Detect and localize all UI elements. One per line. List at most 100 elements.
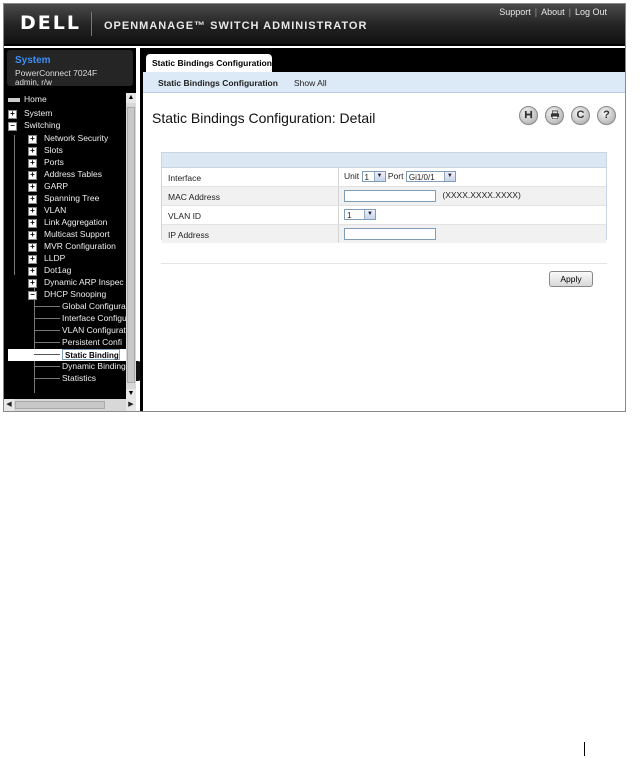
subnav-static-bindings[interactable]: Static Bindings Configuration — [158, 78, 278, 88]
tab-static-bindings[interactable]: Static Bindings Configuration — [146, 54, 272, 72]
save-icon[interactable] — [519, 106, 538, 125]
tree-item-static-bindings[interactable]: Static Binding — [62, 349, 120, 361]
tree-item-dot1ag[interactable]: Dot1ag — [44, 264, 71, 276]
expand-icon[interactable]: + — [28, 171, 37, 180]
sub-navigation: Static Bindings Configuration Show All — [143, 72, 625, 93]
help-icon[interactable]: ? — [597, 106, 616, 125]
tree-line — [14, 135, 15, 275]
unit-select[interactable]: 1 ▼ — [361, 171, 386, 183]
main-content: Static Bindings Configuration Static Bin… — [140, 48, 625, 411]
home-icon — [8, 97, 20, 102]
apply-button[interactable]: Apply — [549, 271, 593, 287]
collapse-icon[interactable]: − — [8, 122, 17, 131]
vlan-row: VLAN ID 1 ▼ — [162, 206, 606, 225]
tree-item-dhcp-snooping[interactable]: DHCP Snooping — [44, 288, 106, 300]
tree-item-network-security[interactable]: Network Security — [44, 132, 108, 144]
mac-address-input[interactable] — [344, 190, 436, 202]
tree-item-system[interactable]: System — [24, 107, 52, 119]
page-margin-mark — [584, 742, 585, 756]
tree-item-vlan-configuration[interactable]: VLAN Configurati — [62, 324, 126, 336]
expand-icon[interactable]: + — [28, 147, 37, 156]
tree-item-switching[interactable]: Switching — [24, 119, 60, 131]
mac-format-hint: (XXXX.XXXX.XXXX) — [442, 190, 521, 201]
logout-link[interactable]: Log Out — [575, 7, 607, 17]
tree-item-link-aggregation[interactable]: Link Aggregation — [44, 216, 107, 228]
tree-item-vlan[interactable]: VLAN — [44, 204, 66, 216]
system-user: admin, r/w — [15, 78, 52, 87]
interface-row: Interface Unit 1 ▼ Port Gi1/0/1 ▼ — [162, 168, 606, 187]
ip-address-input[interactable] — [344, 228, 436, 240]
tree-item-dynamic-bindings[interactable]: Dynamic Binding — [62, 360, 126, 372]
refresh-icon[interactable]: C — [571, 106, 590, 125]
scroll-down-icon[interactable]: ▼ — [126, 389, 136, 399]
navigation-tree: Home + System − Switching + Network Secu… — [4, 93, 126, 397]
nav-vertical-scrollbar[interactable]: ▲ ▼ — [126, 93, 136, 399]
expand-icon[interactable]: + — [28, 135, 37, 144]
interface-label: Interface — [168, 173, 202, 183]
tree-item-ports[interactable]: Ports — [44, 156, 64, 168]
toolbar-icons: C? — [512, 106, 616, 125]
chevron-down-icon: ▼ — [373, 172, 385, 182]
tree-item-statistics[interactable]: Statistics — [62, 372, 96, 384]
tree-item-interface-configuration[interactable]: Interface Configu — [62, 312, 126, 324]
header-bar: DELL OPENMANAGE™ SWITCH ADMINISTRATOR Su… — [4, 4, 625, 46]
app-title: OPENMANAGE™ SWITCH ADMINISTRATOR — [104, 20, 368, 32]
detail-form: Interface Unit 1 ▼ Port Gi1/0/1 ▼ MAC Addr… — [161, 152, 607, 243]
port-label: Port — [387, 171, 404, 181]
about-link[interactable]: About — [541, 7, 565, 17]
tab-strip: Static Bindings Configuration — [143, 48, 625, 72]
expand-icon[interactable]: + — [28, 243, 37, 252]
support-link[interactable]: Support — [499, 7, 531, 17]
tree-line — [34, 378, 60, 379]
nav-horizontal-scrollbar[interactable]: ◀ ▶ — [4, 399, 136, 411]
tree-item-slots[interactable]: Slots — [44, 144, 63, 156]
scroll-thumb[interactable] — [15, 401, 105, 409]
page-title: Static Bindings Configuration: Detail — [152, 110, 376, 126]
scroll-thumb[interactable] — [127, 107, 135, 383]
dell-logo: DELL — [20, 12, 81, 34]
tree-item-persistent-configuration[interactable]: Persistent Confi — [62, 336, 122, 348]
unit-label: Unit — [344, 171, 360, 181]
browser-frame: DELL OPENMANAGE™ SWITCH ADMINISTRATOR Su… — [3, 3, 626, 412]
tree-item-multicast-support[interactable]: Multicast Support — [44, 228, 110, 240]
chevron-down-icon: ▼ — [443, 172, 455, 182]
expand-icon[interactable]: + — [28, 231, 37, 240]
expand-icon[interactable]: + — [28, 267, 37, 276]
scroll-up-icon[interactable]: ▲ — [126, 93, 136, 103]
expand-icon[interactable]: + — [28, 183, 37, 192]
scroll-right-icon[interactable]: ▶ — [126, 399, 136, 411]
collapse-icon[interactable]: − — [28, 291, 37, 300]
tree-item-spanning-tree[interactable]: Spanning Tree — [44, 192, 99, 204]
tree-item-dynamic-arp-inspection[interactable]: Dynamic ARP Inspec — [44, 276, 124, 288]
tree-line — [34, 318, 60, 319]
divider — [161, 263, 607, 264]
subnav-show-all[interactable]: Show All — [294, 78, 327, 88]
expand-icon[interactable]: + — [28, 207, 37, 216]
expand-icon[interactable]: + — [28, 219, 37, 228]
ip-row: IP Address — [162, 225, 606, 243]
print-icon[interactable] — [545, 106, 564, 125]
vlan-label: VLAN ID — [168, 211, 202, 221]
scroll-left-icon[interactable]: ◀ — [4, 399, 14, 411]
tree-item-garp[interactable]: GARP — [44, 180, 68, 192]
system-info-box[interactable]: System PowerConnect 7024F admin, r/w — [7, 50, 133, 87]
tree-item-global-configuration[interactable]: Global Configura — [62, 300, 126, 312]
tree-line — [34, 306, 60, 307]
expand-icon[interactable]: + — [8, 110, 17, 119]
tree-item-mvr-configuration[interactable]: MVR Configuration — [44, 240, 116, 252]
chevron-down-icon: ▼ — [364, 210, 375, 220]
system-model: PowerConnect 7024F — [15, 68, 98, 78]
expand-icon[interactable]: + — [28, 159, 37, 168]
mac-row: MAC Address (XXXX.XXXX.XXXX) — [162, 187, 606, 206]
tree-item-address-tables[interactable]: Address Tables — [44, 168, 102, 180]
tree-line — [34, 330, 60, 331]
vlan-select[interactable]: 1 ▼ — [344, 209, 376, 221]
expand-icon[interactable]: + — [28, 279, 37, 288]
expand-icon[interactable]: + — [28, 195, 37, 204]
navigation-panel: System PowerConnect 7024F admin, r/w Hom… — [4, 48, 136, 411]
expand-icon[interactable]: + — [28, 255, 37, 264]
tree-item-lldp[interactable]: LLDP — [44, 252, 65, 264]
form-header — [162, 153, 606, 168]
port-select[interactable]: Gi1/0/1 ▼ — [405, 171, 456, 183]
tree-item-home[interactable]: Home — [8, 93, 47, 105]
